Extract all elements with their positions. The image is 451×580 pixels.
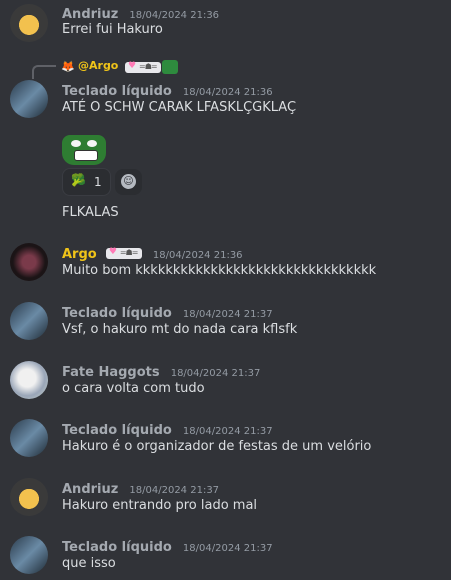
username[interactable]: Teclado líquido [62,84,172,99]
add-reaction-button[interactable]: ☺ [115,169,142,195]
avatar-teclado[interactable] [10,80,48,118]
message-header: Teclado líquido 18/04/2024 21:36 [62,80,273,99]
avatar-fate[interactable] [10,361,48,399]
message-text: Errei fui Hakuro [62,22,163,37]
timestamp: 18/04/2024 21:37 [182,309,273,320]
username[interactable]: Andriuz [62,482,118,497]
message-text: Hakuro é o organizador de festas de um v… [62,439,372,454]
timestamp: 18/04/2024 21:36 [182,87,273,98]
message-header: Teclado líquido 18/04/2024 21:37 [62,419,273,438]
message-text: Vsf, o hakuro mt do nada cara kflsfk [62,322,298,337]
pepe-sticker-icon[interactable] [62,135,106,165]
message-header: Andriuz 18/04/2024 21:37 [62,478,220,497]
reaction-pill[interactable]: 🥦 1 [62,168,111,196]
message-text: ATÉ O SCHW CARAK LFASKLÇGKLAÇ [62,100,297,115]
timestamp: 18/04/2024 21:37 [182,543,273,554]
sticker-thumbnail-icon[interactable] [162,60,178,74]
timestamp: 18/04/2024 21:37 [129,485,220,496]
username[interactable]: Fate Haggots [62,365,160,380]
avatar-teclado[interactable] [10,419,48,457]
avatar-teclado[interactable] [10,536,48,574]
avatar-andriuz[interactable] [10,478,48,516]
username[interactable]: Andriuz [62,7,118,22]
message-header: Teclado líquido 18/04/2024 21:37 [62,536,273,555]
timestamp: 18/04/2024 21:37 [182,426,273,437]
timestamp: 18/04/2024 21:37 [170,368,261,379]
message-text: o cara volta com tudo [62,381,205,396]
username[interactable]: Teclado líquido [62,423,172,438]
username[interactable]: Teclado líquido [62,306,172,321]
username[interactable]: Argo [62,247,97,262]
reply-arrow-icon: 🦊 [61,60,75,73]
message-text: FLKALAS [62,205,119,220]
avatar-argo[interactable] [10,243,48,281]
timestamp: 18/04/2024 21:36 [129,10,220,21]
message-header: Fate Haggots 18/04/2024 21:37 [62,361,261,380]
message-header: Argo ♥ =☗= 18/04/2024 21:36 [62,243,243,262]
message-header: Andriuz 18/04/2024 21:36 [62,3,220,22]
message-text: que isso [62,556,116,571]
reply-connector [32,65,56,79]
message-header: Teclado líquido 18/04/2024 21:37 [62,302,273,321]
role-badge: ♥ =☗= [105,247,142,259]
avatar-teclado[interactable] [10,302,48,340]
message-text: Muito bom kkkkkkkkkkkkkkkkkkkkkkkkkkkkkk… [62,263,377,278]
smile-icon: ☺ [121,174,136,189]
role-badge: ♥ =☗= [125,61,161,73]
reply-username[interactable]: @Argo [78,59,118,72]
message-text: Hakuro entrando pro lado mal [62,498,258,513]
reaction-emoji-icon: 🥦 [71,173,86,187]
avatar-andriuz[interactable] [10,4,48,42]
reaction-count: 1 [94,175,102,189]
username[interactable]: Teclado líquido [62,540,172,555]
timestamp: 18/04/2024 21:36 [152,250,243,261]
